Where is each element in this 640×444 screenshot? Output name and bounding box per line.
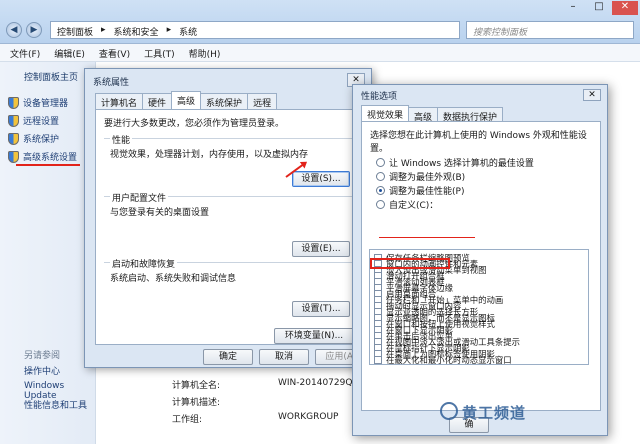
red-underline-annotation	[379, 237, 475, 238]
red-underline-annotation	[16, 164, 80, 166]
sidebar-item-advanced-settings[interactable]: 高级系统设置	[8, 150, 77, 163]
forward-button[interactable]: ▶	[26, 22, 42, 38]
explorer-titlebar: – □ ✕ ◀ ▶ 控制面板 ▸ 系统和安全 ▸ 系统 搜索控制面板	[0, 0, 640, 44]
close-button[interactable]: ✕	[612, 1, 638, 15]
admin-note: 要进行大多数更改，您必须作为管理员登录。	[104, 119, 285, 129]
performance-group: 性能 视觉效果，处理器计划，内存使用，以及虚拟内存 设置(S)...	[104, 133, 356, 188]
menu-tools[interactable]: 工具(T)	[144, 47, 175, 60]
shield-icon	[8, 114, 19, 127]
dialog-title: 性能选项	[361, 92, 398, 102]
menu-view[interactable]: 查看(V)	[99, 47, 130, 60]
system-properties-dialog: 系统属性 ✕ 计算机名 硬件 高级 系统保护 远程 要进行大多数更改，您必须作为…	[84, 68, 372, 368]
dialog-title: 系统属性	[93, 78, 130, 88]
back-button[interactable]: ◀	[6, 22, 22, 38]
radio-let-windows-choose[interactable]: 让 Windows 选择计算机的最佳设置	[376, 156, 534, 169]
startup-label: 启动和故障恢复	[110, 257, 178, 270]
menu-bar: 文件(F) 编辑(E) 查看(V) 工具(T) 帮助(H)	[0, 44, 640, 62]
environment-variables-button[interactable]: 环境变量(N)...	[274, 328, 354, 344]
user-profiles-group: 用户配置文件 与您登录有关的桌面设置 设置(E)...	[104, 191, 356, 258]
watermark-logo-icon	[440, 402, 458, 420]
shield-icon	[8, 132, 19, 145]
address-bar[interactable]: 控制面板 ▸ 系统和安全 ▸ 系统	[50, 21, 460, 39]
see-also-heading: 另请参阅	[24, 351, 61, 361]
computer-full-name-label: 计算机全名:	[172, 381, 221, 391]
sidebar-item-device-manager[interactable]: 设备管理器	[8, 96, 68, 109]
radio-best-appearance[interactable]: 调整为最佳外观(B)	[376, 170, 465, 183]
watermark-text: 黄工频道	[462, 404, 527, 422]
breadcrumb-item[interactable]: 系统和安全	[114, 25, 159, 38]
ok-button[interactable]: 确定	[203, 349, 253, 365]
menu-file[interactable]: 文件(F)	[10, 47, 40, 60]
startup-recovery-group: 启动和故障恢复 系统启动、系统失败和调试信息 设置(T)...	[104, 257, 356, 322]
menu-edit[interactable]: 编辑(E)	[54, 47, 85, 60]
cancel-button[interactable]: 取消	[259, 349, 309, 365]
computer-desc-label: 计算机描述:	[172, 398, 221, 408]
profiles-label: 用户配置文件	[110, 191, 169, 204]
control-panel-home-link[interactable]: 控制面板主页	[24, 70, 78, 83]
red-highlight-annotation	[370, 258, 450, 269]
maximize-button[interactable]: □	[586, 1, 612, 15]
performance-label: 性能	[110, 133, 133, 146]
advanced-panel: 要进行大多数更改，您必须作为管理员登录。 性能 视觉效果，处理器计划，内存使用，…	[95, 109, 363, 345]
computer-full-name-value: WIN-20140729QA	[278, 378, 359, 388]
workgroup-value: WORKGROUP	[278, 412, 339, 422]
left-pane: 控制面板主页 设备管理器 远程设置 系统保护 高级系统设置 另请参阅 操作中心 …	[0, 62, 96, 444]
breadcrumb-item[interactable]: 系统	[179, 25, 197, 38]
shield-icon	[8, 96, 19, 109]
performance-desc: 视觉效果，处理器计划，内存使用，以及虚拟内存	[110, 150, 309, 160]
minimize-button[interactable]: –	[560, 1, 586, 15]
sidebar-item-remote-settings[interactable]: 远程设置	[8, 114, 59, 127]
performance-info-link[interactable]: 性能信息和工具	[24, 398, 87, 411]
visual-effects-description: 选择您想在此计算机上使用的 Windows 外观和性能设置。	[370, 131, 587, 154]
menu-help[interactable]: 帮助(H)	[189, 47, 221, 60]
profiles-settings-button[interactable]: 设置(E)...	[292, 241, 350, 257]
checkbox[interactable]	[374, 356, 382, 364]
tab-advanced[interactable]: 高级	[171, 91, 202, 111]
profiles-desc: 与您登录有关的桌面设置	[110, 208, 210, 218]
action-center-link[interactable]: 操作中心	[24, 364, 60, 377]
sidebar-item-system-protection[interactable]: 系统保护	[8, 132, 59, 145]
startup-desc: 系统启动、系统失败和调试信息	[110, 274, 237, 284]
search-input[interactable]: 搜索控制面板	[466, 21, 634, 39]
list-item[interactable]: 在最大化和最小化时动态显示窗口	[374, 354, 512, 364]
performance-settings-button[interactable]: 设置(S)...	[292, 171, 350, 187]
radio-best-performance[interactable]: 调整为最佳性能(P)	[376, 184, 464, 197]
breadcrumb-item[interactable]: 控制面板	[57, 25, 93, 38]
close-icon[interactable]: ✕	[583, 89, 601, 101]
shield-icon	[8, 150, 19, 163]
radio-custom[interactable]: 自定义(C)：	[376, 198, 438, 211]
startup-settings-button[interactable]: 设置(T)...	[292, 301, 350, 317]
workgroup-label: 工作组:	[172, 415, 203, 425]
